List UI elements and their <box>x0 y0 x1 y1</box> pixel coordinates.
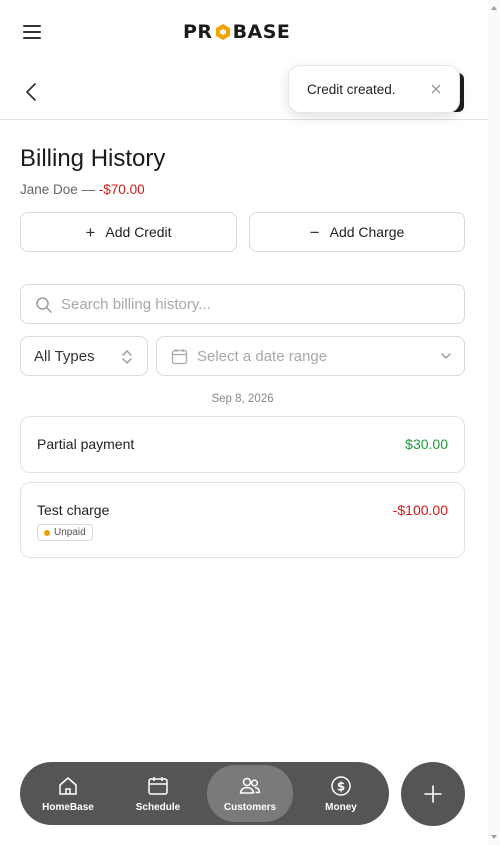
type-filter-select[interactable]: All Types <box>20 336 148 376</box>
hamburger-menu-icon[interactable] <box>22 24 42 40</box>
minus-icon: − <box>309 222 320 242</box>
search-input[interactable] <box>61 285 456 323</box>
scroll-down-arrow[interactable] <box>491 835 497 839</box>
history-date-header: Sep 8, 2026 <box>211 393 274 405</box>
probase-logo[interactable]: PR BASE <box>183 20 290 44</box>
close-icon[interactable] <box>429 82 443 96</box>
svg-text:$: $ <box>337 780 345 794</box>
billing-entry[interactable]: Partial payment $30.00 <box>20 416 465 473</box>
logo-text-right: BASE <box>232 21 291 43</box>
add-fab-button[interactable] <box>401 762 465 826</box>
plus-icon <box>424 785 442 803</box>
add-charge-label: Add Charge <box>329 224 405 240</box>
back-arrow-icon[interactable] <box>24 82 38 102</box>
customer-balance-line: Jane Doe — -$70.00 <box>20 182 145 197</box>
add-credit-label: Add Credit <box>105 224 172 240</box>
status-dot-icon <box>44 530 50 536</box>
nav-label: Money <box>325 802 357 813</box>
add-credit-button[interactable]: + Add Credit <box>20 212 237 252</box>
up-down-chevron-icon <box>122 350 132 364</box>
billing-entry-title: Partial payment <box>37 436 135 452</box>
billing-entry[interactable]: Test charge -$100.00 Unpaid <box>20 482 465 558</box>
nav-item-money[interactable]: $ Money <box>298 765 384 822</box>
nav-item-homebase[interactable]: HomeBase <box>25 765 111 822</box>
toast-message: Credit created. <box>307 81 396 97</box>
nav-item-customers[interactable]: Customers <box>207 765 293 822</box>
customer-balance: -$70.00 <box>98 182 145 197</box>
calendar-icon <box>148 777 168 795</box>
top-bar: PR BASE <box>0 0 488 62</box>
scroll-up-arrow[interactable] <box>491 6 497 10</box>
search-box <box>20 284 465 324</box>
logo-text-left: PR <box>183 21 213 43</box>
nav-label: HomeBase <box>42 802 94 813</box>
billing-entry-amount: $30.00 <box>405 436 448 452</box>
logo-hexagon-icon <box>215 24 230 40</box>
date-range-picker[interactable]: Select a date range <box>156 336 465 376</box>
page-scrollbar[interactable] <box>488 0 500 845</box>
bottom-navigation: HomeBase Schedule Customers $ Money <box>20 762 389 825</box>
billing-entry-title: Test charge <box>37 502 110 518</box>
plus-icon: + <box>85 222 96 242</box>
type-filter-value: All Types <box>34 347 95 365</box>
dollar-icon: $ <box>331 776 351 796</box>
calendar-icon <box>171 349 188 365</box>
customer-name: Jane Doe — <box>20 182 99 197</box>
date-range-placeholder: Select a date range <box>197 348 328 365</box>
toast-notification: Credit created. <box>288 65 460 113</box>
home-icon <box>59 777 77 795</box>
search-icon <box>36 297 52 313</box>
nav-label: Customers <box>223 802 277 813</box>
nav-item-schedule[interactable]: Schedule <box>115 765 201 822</box>
add-charge-button[interactable]: − Add Charge <box>249 212 465 252</box>
billing-entry-amount: -$100.00 <box>392 502 448 518</box>
nav-label: Schedule <box>135 802 181 813</box>
users-icon <box>239 777 261 794</box>
status-badge-label: Unpaid <box>54 527 86 538</box>
page-title: Billing History <box>20 145 166 172</box>
status-badge: Unpaid <box>37 524 93 541</box>
chevron-down-icon <box>441 353 451 359</box>
